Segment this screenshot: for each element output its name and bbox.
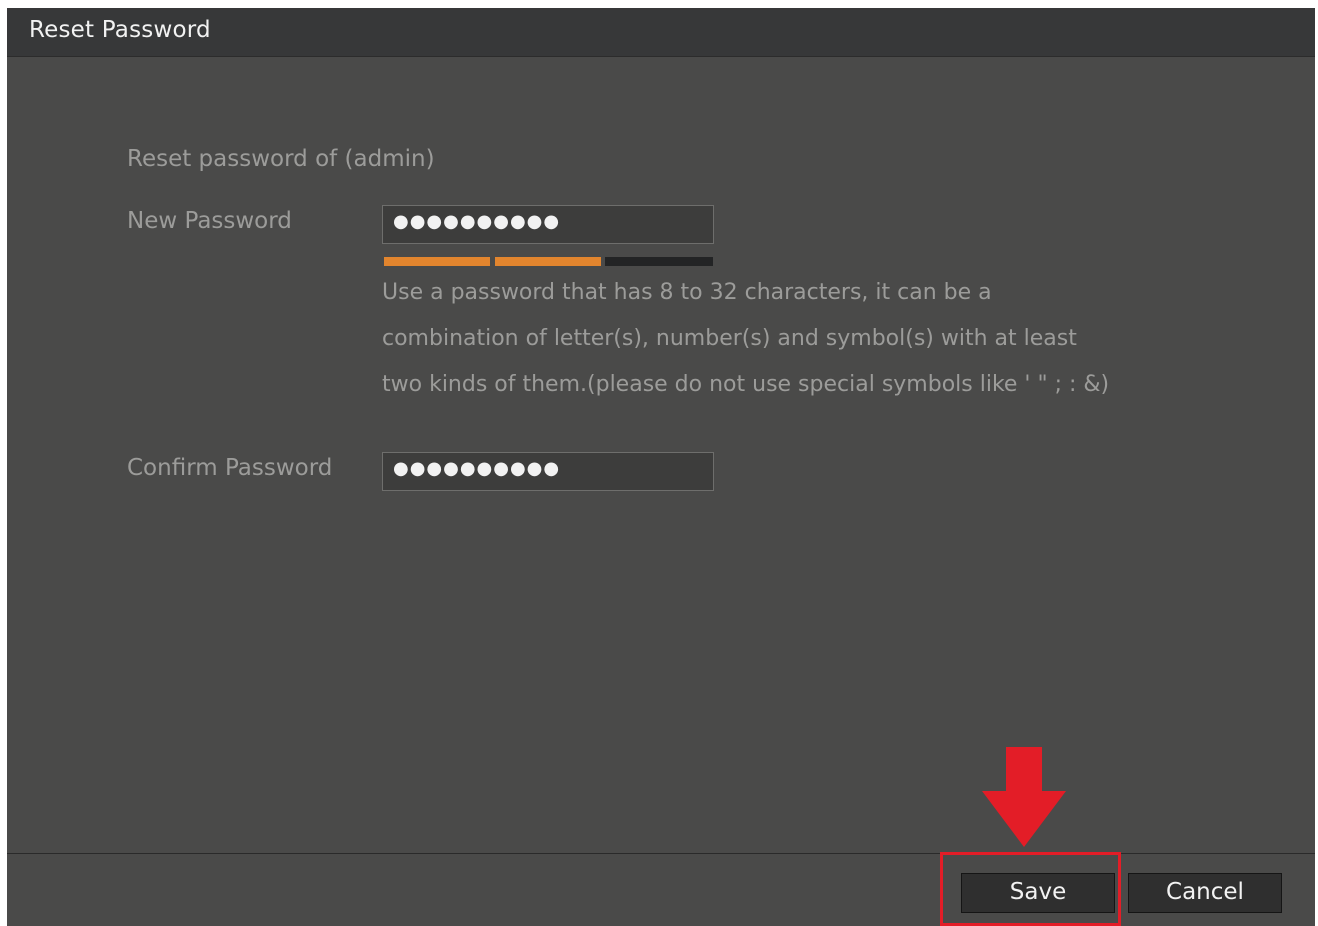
dialog-title: Reset Password (29, 17, 211, 43)
arrow-down-icon (982, 747, 1066, 847)
confirm-password-field[interactable]: ●●●●●●●●●● (382, 452, 714, 491)
strength-segment-2 (495, 257, 601, 266)
save-button[interactable]: Save (961, 873, 1115, 913)
new-password-field[interactable]: ●●●●●●●●●● (382, 205, 714, 244)
cancel-button[interactable]: Cancel (1128, 873, 1282, 913)
password-hint-line-3: two kinds of them.(please do not use spe… (382, 372, 1110, 397)
confirm-password-label: Confirm Password (127, 455, 333, 481)
new-password-label: New Password (127, 208, 292, 234)
strength-segment-3 (605, 257, 713, 266)
new-password-value: ●●●●●●●●●● (393, 211, 561, 232)
reset-for-label: Reset password of (admin) (127, 146, 435, 172)
confirm-password-value: ●●●●●●●●●● (393, 458, 561, 479)
password-hint-line-1: Use a password that has 8 to 32 characte… (382, 280, 992, 305)
dialog-titlebar: Reset Password (7, 8, 1315, 57)
footer-divider (7, 853, 1315, 854)
reset-password-dialog: Reset Password Reset password of (admin)… (7, 8, 1315, 926)
password-hint-line-2: combination of letter(s), number(s) and … (382, 326, 1077, 351)
strength-segment-1 (384, 257, 490, 266)
